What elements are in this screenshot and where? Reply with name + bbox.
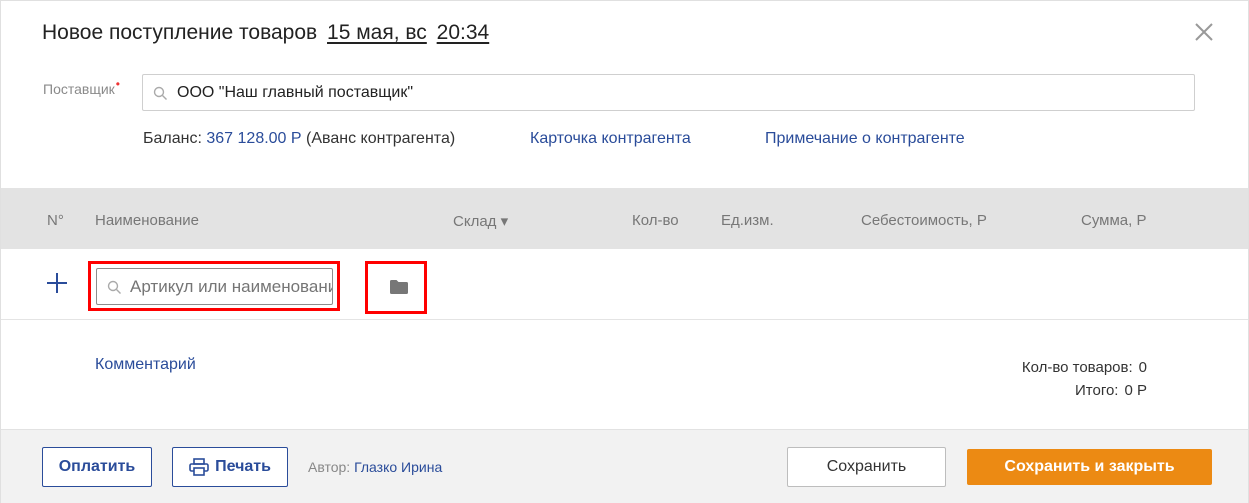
pay-button[interactable]: Оплатить — [42, 447, 152, 487]
balance-note: (Аванс контрагента) — [306, 130, 456, 147]
article-search-input[interactable]: Артикул или наименование — [96, 268, 333, 305]
table-header: N° Наименование Склад ▾ Кол-во Ед.изм. С… — [1, 188, 1248, 249]
folder-icon[interactable] — [390, 280, 408, 294]
col-name: Наименование — [95, 212, 199, 229]
title-text: Новое поступление товаров — [42, 21, 318, 44]
print-button-label: Печать — [215, 458, 271, 475]
dialog-header: Новое поступление товаров 15 мая, вс 20:… — [1, 1, 1248, 65]
balance-info: Баланс: 367 128.00 Р (Аванс контрагента) — [143, 130, 456, 147]
totals-block: Кол-во товаров: 0 Итого: 0 Р — [1022, 356, 1147, 402]
close-icon[interactable] — [1191, 19, 1217, 45]
print-button[interactable]: Печать — [172, 447, 288, 487]
counterparty-note-link[interactable]: Примечание о контрагенте — [765, 130, 965, 148]
items-count: Кол-во товаров: 0 — [1021, 359, 1147, 376]
date-picker[interactable]: 15 мая, вс — [327, 21, 427, 44]
col-qty: Кол-во — [632, 212, 679, 229]
author-info: Автор: Глазко Ирина — [308, 459, 443, 475]
col-unit: Ед.изм. — [721, 212, 774, 229]
author-name[interactable]: Глазко Ирина — [354, 459, 442, 475]
comment-link[interactable]: Комментарий — [95, 356, 196, 374]
balance-amount: 367 128.00 Р — [206, 130, 302, 147]
time-picker[interactable]: 20:34 — [437, 21, 490, 44]
article-search-placeholder: Артикул или наименование — [130, 277, 333, 296]
dialog-footer: Оплатить Печать Автор: Глазко Ирина Сохр… — [1, 429, 1248, 503]
supplier-value: ООО "Наш главный поставщик" — [177, 84, 414, 101]
search-icon — [107, 280, 121, 294]
total-sum: Итого: 0 Р — [1075, 382, 1147, 399]
save-button[interactable]: Сохранить — [787, 447, 946, 487]
col-num: N° — [47, 212, 64, 229]
required-mark: • — [115, 77, 120, 91]
add-row-plus-icon[interactable] — [45, 271, 69, 295]
dialog-title: Новое поступление товаров 15 мая, вс 20:… — [42, 21, 489, 45]
add-item-row: Артикул или наименование — [1, 249, 1248, 320]
printer-icon — [189, 458, 209, 476]
supplier-label: Поставщик• — [43, 77, 120, 97]
supplier-field[interactable]: ООО "Наш главный поставщик" — [142, 74, 1195, 111]
search-icon — [153, 86, 167, 100]
col-cost: Себестоимость, Р — [861, 212, 987, 229]
counterparty-card-link[interactable]: Карточка контрагента — [530, 130, 691, 148]
save-and-close-button[interactable]: Сохранить и закрыть — [967, 449, 1212, 485]
col-warehouse-dropdown[interactable]: Склад ▾ — [453, 212, 508, 230]
new-receipt-dialog: Новое поступление товаров 15 мая, вс 20:… — [0, 0, 1249, 503]
col-sum: Сумма, Р — [1081, 212, 1147, 229]
